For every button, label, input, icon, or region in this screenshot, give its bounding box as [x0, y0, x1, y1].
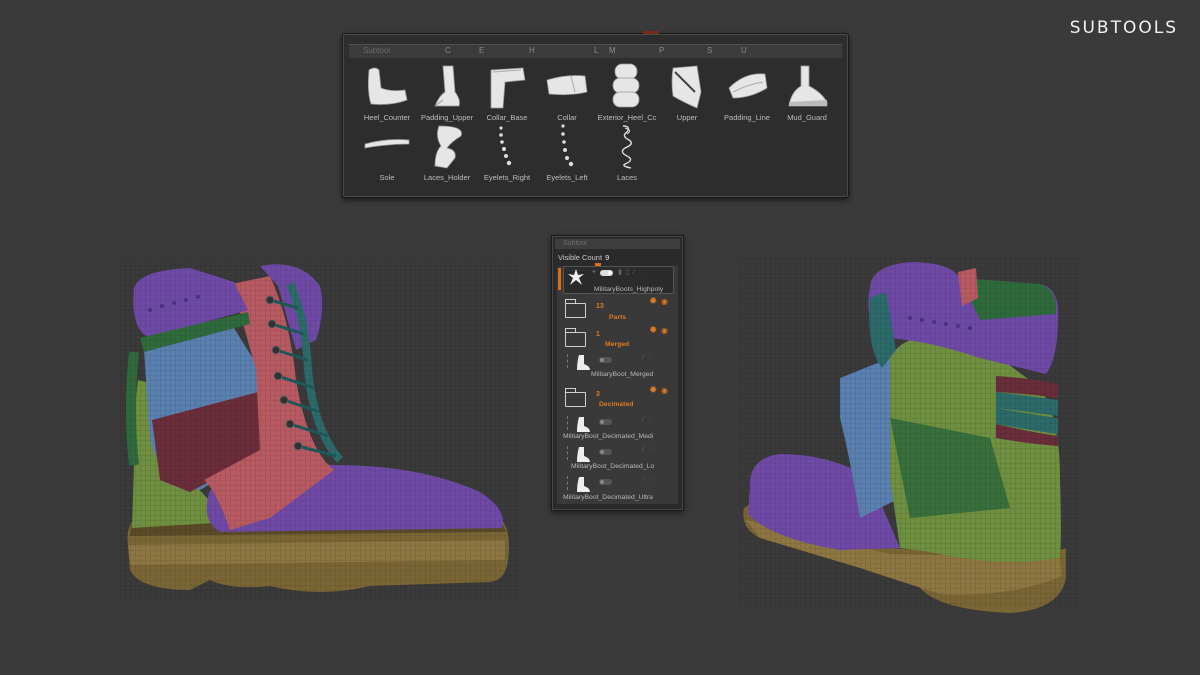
collar-base-thumbnail-icon	[490, 67, 526, 109]
visible-count: Visible Count 9	[558, 253, 609, 262]
subtool-name: MilitaryBoot_Decimated_Medi	[563, 433, 654, 440]
subtool-row[interactable]: ⁄ ◌ MilitaryBoot_Merged	[563, 354, 674, 382]
row-controls-icon[interactable]: ✦	[591, 268, 598, 276]
subtool-tile-eyelets-right[interactable]: Eyelets_Right	[475, 122, 539, 182]
subtool-row-selected[interactable]: ✦ ▮ ▯ ⁄ ◌ MilitaryBoots_Highpoly	[563, 266, 674, 294]
edit-icon[interactable]: ⁄ ◌	[643, 446, 653, 453]
boot-mesh-icon	[577, 477, 590, 492]
collar-thumbnail-icon	[546, 75, 588, 96]
boot-mesh-icon	[577, 417, 590, 432]
laces-thumbnail-icon	[621, 125, 632, 169]
list-title: Subtool	[563, 240, 587, 247]
visibility-toggle[interactable]	[600, 270, 613, 276]
index-letter[interactable]: U	[741, 46, 747, 55]
subtool-name: MilitaryBoot_Merged	[591, 371, 654, 378]
subtool-name: MilitaryBoot_Decimated_Ultra	[563, 494, 653, 501]
selection-indicator	[558, 268, 561, 290]
subtool-grid-palette: Subtool C E H L M P S U Heel_Counter Pad…	[342, 31, 849, 198]
subtool-tile-sole[interactable]: Sole	[355, 122, 419, 182]
subtool-tile-laces-holder[interactable]: Laces_Holder	[415, 122, 479, 182]
tree-line	[567, 416, 568, 430]
sole-thumbnail-icon	[364, 139, 410, 149]
mud-guard-thumbnail-icon	[788, 65, 828, 107]
gear-icon[interactable]: ✹	[649, 385, 657, 396]
exterior-heel-thumbnail-icon	[612, 63, 640, 108]
eye-icon[interactable]: ◉	[661, 297, 668, 306]
folder-row-decimated[interactable]: 3 ✹ ◉ Decimated	[563, 385, 674, 414]
boot-side-view	[120, 260, 520, 600]
subtool-row[interactable]: ⁄ ◌ MilitaryBoot_Decimated_Lo	[563, 446, 674, 474]
star-mesh-icon	[568, 269, 584, 285]
folder-icon	[564, 328, 586, 347]
folder-row-parts[interactable]: 13 ✹ ◉ Parts	[563, 296, 674, 325]
subtool-list: ✦ ▮ ▯ ⁄ ◌ MilitaryBoots_Highpoly 13 ✹ ◉ …	[557, 266, 678, 504]
heel-counter-thumbnail-icon	[367, 67, 408, 105]
tree-line	[567, 354, 568, 368]
visibility-toggle[interactable]	[599, 479, 612, 485]
subtool-tile-laces[interactable]: Laces	[595, 122, 659, 182]
visibility-toggle[interactable]	[599, 449, 612, 455]
boot-mesh-icon	[577, 355, 590, 370]
tree-line	[567, 476, 568, 490]
subtool-tile-heel-counter[interactable]: Heel_Counter	[355, 62, 419, 122]
subtool-tile-upper[interactable]: Upper	[655, 62, 719, 122]
subtool-row[interactable]: ⁄ ◌ MilitaryBoot_Decimated_Medi	[563, 416, 674, 444]
boot-rear-view	[740, 258, 1080, 613]
eyelets-right-thumbnail-icon	[499, 126, 512, 166]
folder-icon	[564, 388, 586, 407]
subtool-list-panel: Subtool Visible Count 9 ✦ ▮ ▯ ⁄ ◌ Milita…	[551, 235, 684, 511]
eye-icon[interactable]: ◉	[661, 326, 668, 335]
subtool-tile-padding-upper[interactable]: Padding_Upper	[415, 62, 479, 122]
subtool-tile-mud-guard[interactable]: Mud_Guard	[775, 62, 839, 122]
eye-icon[interactable]: ◉	[661, 386, 668, 395]
padding-upper-thumbnail-icon	[434, 65, 460, 107]
gear-icon[interactable]: ✹	[649, 296, 657, 307]
edit-icon[interactable]: ⁄ ◌	[643, 354, 653, 361]
boot-mesh-icon	[577, 447, 590, 462]
subtool-name: MilitaryBoots_Highpoly	[594, 286, 664, 293]
folder-name: Decimated	[599, 401, 634, 408]
folder-name: Parts	[609, 314, 627, 321]
folder-icon	[564, 299, 586, 318]
visibility-toggle[interactable]	[599, 357, 612, 363]
eyelets-left-thumbnail-icon	[561, 124, 574, 167]
subtool-tile-padding-line[interactable]: Padding_Line	[715, 62, 779, 122]
folder-count: 1	[596, 331, 600, 338]
palette-accent	[643, 31, 659, 34]
folder-row-merged[interactable]: 1 ✹ ◉ Merged	[563, 325, 674, 354]
visible-count-value: 9	[605, 253, 610, 262]
index-letter[interactable]: M	[609, 46, 616, 55]
index-letter[interactable]: E	[479, 46, 484, 55]
subtool-tile-collar[interactable]: Collar	[535, 62, 599, 122]
folder-count: 3	[596, 391, 600, 398]
index-letter[interactable]: P	[659, 46, 664, 55]
page-title: SUBTOOLS	[1069, 18, 1178, 38]
gear-icon[interactable]: ✹	[649, 325, 657, 336]
subtool-tile-eyelets-left[interactable]: Eyelets_Left	[535, 122, 599, 182]
laces-holder-thumbnail-icon	[434, 125, 462, 169]
subtool-row[interactable]: ⁄ ◌ MilitaryBoot_Decimated_Ultra	[563, 476, 674, 504]
edit-icon[interactable]: ⁄ ◌	[643, 476, 653, 483]
palette-header[interactable]: Subtool C E H L M P S U	[349, 44, 842, 58]
index-letter[interactable]: L	[594, 46, 598, 55]
index-letter[interactable]: C	[445, 46, 451, 55]
subtool-name: MilitaryBoot_Decimated_Lo	[571, 463, 655, 470]
visible-count-label: Visible Count	[558, 253, 603, 262]
index-letter[interactable]: S	[707, 46, 712, 55]
folder-name: Merged	[605, 341, 630, 348]
index-letter[interactable]: H	[529, 46, 535, 55]
subtool-tile-label: Mud_Guard	[787, 113, 827, 122]
subtool-tile-collar-base[interactable]: Collar_Base	[475, 62, 539, 122]
palette-title: Subtool	[363, 46, 391, 55]
folder-count: 13	[596, 303, 604, 310]
tree-line	[567, 446, 568, 460]
upper-thumbnail-icon	[671, 65, 702, 109]
visibility-toggle[interactable]	[599, 419, 612, 425]
padding-line-thumbnail-icon	[728, 73, 768, 99]
subtool-tile-exterior-heel[interactable]: Exterior_Heel_Cc	[595, 62, 659, 122]
list-header[interactable]: Subtool	[555, 239, 680, 249]
subtool-tile-label: Laces	[616, 173, 637, 182]
lock-icon[interactable]: ▮ ▯ ⁄ ◌	[618, 268, 644, 276]
edit-icon[interactable]: ⁄ ◌	[643, 416, 653, 423]
